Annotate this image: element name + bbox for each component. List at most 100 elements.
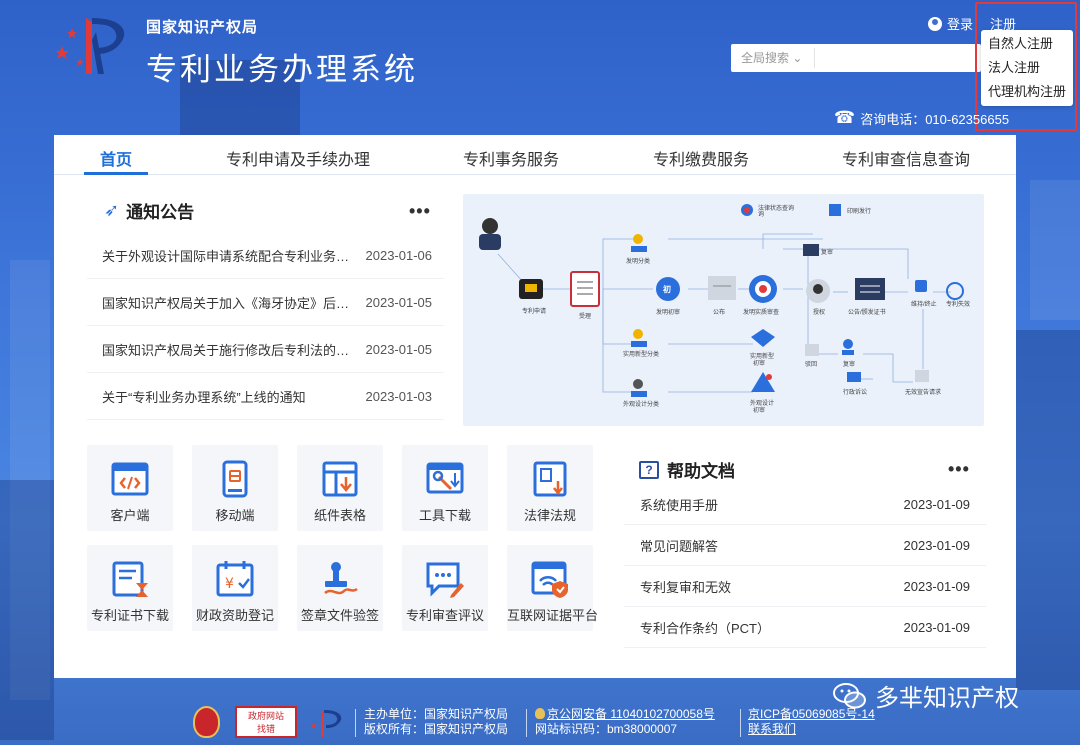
svg-text:外观设计分类: 外观设计分类 <box>623 400 659 408</box>
footer-police-text: 京公网安备 11040102700058号 <box>547 707 715 721</box>
tool-label: 签章文件验签 <box>300 608 379 623</box>
tool-label: 客户端 <box>110 508 150 523</box>
tool-evidence-platform[interactable]: 互联网证据平台 <box>507 545 599 631</box>
stamp-icon <box>320 559 360 599</box>
tool-laws[interactable]: 法律法规 <box>507 445 593 531</box>
svg-text:印刷发行: 印刷发行 <box>847 207 871 215</box>
notice-item[interactable]: 国家知识产权局关于加入《海牙协定》后相关业务处理的公告 2023-01-05 <box>87 279 444 326</box>
notice-item[interactable]: 国家知识产权局关于施行修改后专利法的相关审查业务处理暂行办法的公告 2023-0… <box>87 326 444 373</box>
tool-paper-forms[interactable]: 纸件表格 <box>297 445 383 531</box>
nav-home[interactable]: 首页 <box>100 146 132 170</box>
footer-sponsor-col: 主办单位：国家知识产权局 版权所有：国家知识产权局 <box>364 707 508 737</box>
svg-text:复审: 复审 <box>821 248 833 256</box>
code-window-icon <box>110 459 150 499</box>
nav-affairs[interactable]: 专利事务服务 <box>463 146 559 170</box>
tool-client[interactable]: 客户端 <box>87 445 173 531</box>
patent-process-diagram[interactable]: 专利申请 受理 初 发明初审 公布 发明实质审查 授权 公告/颁发证书 维持/终… <box>463 194 984 426</box>
help-item-title: 系统使用手册 <box>640 497 719 513</box>
footer-contact-link[interactable]: 联系我们 <box>748 722 875 737</box>
evidence-shield-icon <box>530 559 570 599</box>
table-download-icon <box>320 459 360 499</box>
notice-item[interactable]: 关于“专利业务办理系统”上线的通知 2023-01-03 <box>87 373 444 420</box>
footer-sponsor: 主办单位：国家知识产权局 <box>364 707 509 721</box>
tool-label: 财政资助登记 <box>195 608 274 623</box>
svg-text:专利申请: 专利申请 <box>522 307 546 315</box>
svg-text:初: 初 <box>663 284 671 294</box>
nav-search[interactable]: 专利审查信息查询 <box>842 146 970 170</box>
svg-text:法律状态查询: 法律状态查询 <box>758 204 794 212</box>
rocket-icon: ➶ <box>104 200 120 220</box>
nav-fee[interactable]: 专利缴费服务 <box>653 146 749 170</box>
yen-calendar-icon: ¥ <box>215 559 255 599</box>
mobile-icon <box>215 459 255 499</box>
notice-item-date: 2023-01-06 <box>365 247 433 263</box>
gov-site-error-badge[interactable]: 政府网站 找错 <box>235 706 297 738</box>
svg-text:公告/颁发证书: 公告/颁发证书 <box>848 308 886 316</box>
watermark-text: 多芈知识产权 <box>875 685 1019 712</box>
help-list: 系统使用手册 2023-01-09 常见问题解答 2023-01-09 专利复审… <box>624 484 986 648</box>
help-item-title: 专利复审和无效 <box>640 579 732 595</box>
tool-download[interactable]: 工具下载 <box>402 445 488 531</box>
svg-text:初审: 初审 <box>753 359 765 367</box>
footer-police-link[interactable]: 京公网安备 11040102700058号 <box>535 707 715 722</box>
svg-text:发明分类: 发明分类 <box>626 257 650 265</box>
footer-divider <box>526 709 527 737</box>
footer-site-code: 网站标识码：bm38000007 <box>535 722 678 736</box>
svg-text:初审: 初审 <box>753 406 765 414</box>
nav-active-indicator <box>84 172 148 175</box>
svg-text:实用新型: 实用新型 <box>750 352 774 360</box>
tool-label: 法律法规 <box>523 508 576 523</box>
svg-text:询: 询 <box>758 210 764 218</box>
main-panel: 首页 专利申请及手续办理 专利事务服务 专利缴费服务 专利审查信息查询 ➶ 通知… <box>54 135 1016 678</box>
user-icon <box>928 16 942 31</box>
svg-text:无效宣告请求: 无效宣告请求 <box>905 388 941 396</box>
help-heading: ? 帮助文档 <box>639 457 735 482</box>
tool-signature-verify[interactable]: 签章文件验签 <box>297 545 383 631</box>
help-title-text: 帮助文档 <box>667 462 735 481</box>
help-item-date: 2023-01-09 <box>903 578 971 594</box>
nav-apply[interactable]: 专利申请及手续办理 <box>226 146 370 170</box>
cnipa-footer-logo <box>312 710 342 737</box>
svg-text:发明初审: 发明初审 <box>656 308 680 316</box>
notice-list: 关于外观设计国际申请系统配合专利业务办理系统上线的通知 2023-01-06 国… <box>87 232 444 420</box>
notice-item-date: 2023-01-05 <box>365 341 433 357</box>
notice-title-text: 通知公告 <box>126 203 195 222</box>
search-scope-select[interactable]: 全局搜索 ⌄ <box>731 48 815 68</box>
login-link[interactable]: 登录 <box>928 14 973 33</box>
svg-text:¥: ¥ <box>225 576 234 592</box>
svg-text:专利失效: 专利失效 <box>946 300 970 308</box>
notice-more-button[interactable]: ••• <box>409 201 431 222</box>
help-item[interactable]: 专利复审和无效 2023-01-09 <box>624 566 986 607</box>
notice-item-date: 2023-01-05 <box>365 294 433 310</box>
svg-text:外观设计: 外观设计 <box>750 399 774 407</box>
main-nav: 首页 专利申请及手续办理 专利事务服务 专利缴费服务 专利审查信息查询 <box>54 135 1016 175</box>
wechat-watermark: 多芈知识产权 <box>833 678 1019 713</box>
svg-text:授权: 授权 <box>813 308 825 316</box>
tool-cert-download[interactable]: 专利证书下载 <box>87 545 173 631</box>
tool-label: 专利审查评议 <box>405 608 484 623</box>
system-title: 专利业务办理系统 <box>146 52 418 87</box>
tool-finance-register[interactable]: ¥ 财政资助登记 <box>192 545 278 631</box>
help-more-button[interactable]: ••• <box>948 459 970 480</box>
help-item[interactable]: 系统使用手册 2023-01-09 <box>624 484 986 525</box>
tool-review-comment[interactable]: 专利审查评议 <box>402 545 488 631</box>
tool-label: 互联网证据平台 <box>507 608 599 623</box>
hotline-text: 咨询电话：010-62356655 <box>860 111 1010 127</box>
footer-copyright: 版权所有：国家知识产权局 <box>364 722 509 736</box>
svg-text:复审: 复审 <box>843 360 855 368</box>
tool-label: 专利证书下载 <box>90 608 169 623</box>
notice-item-title: 关于外观设计国际申请系统配合专利业务办理系统上线的通知 <box>102 248 360 264</box>
footer-divider <box>740 709 741 737</box>
notice-item[interactable]: 关于外观设计国际申请系统配合专利业务办理系统上线的通知 2023-01-06 <box>87 232 444 279</box>
notice-item-date: 2023-01-03 <box>365 388 433 404</box>
tool-mobile[interactable]: 移动端 <box>192 445 278 531</box>
party-emblem-icon[interactable] <box>193 706 220 738</box>
search-input[interactable] <box>815 45 981 71</box>
svg-text:发明实质审查: 发明实质审查 <box>743 308 779 316</box>
help-item[interactable]: 常见问题解答 2023-01-09 <box>624 525 986 566</box>
notice-item-title: 国家知识产权局关于施行修改后专利法的相关审查业务处理暂行办法的公告 <box>102 342 360 358</box>
notice-item-title: 关于“专利业务办理系统”上线的通知 <box>102 389 306 405</box>
notice-heading: ➶ 通知公告 <box>104 198 194 223</box>
help-item-date: 2023-01-09 <box>903 619 971 635</box>
help-item[interactable]: 专利合作条约（PCT） 2023-01-09 <box>624 607 986 648</box>
